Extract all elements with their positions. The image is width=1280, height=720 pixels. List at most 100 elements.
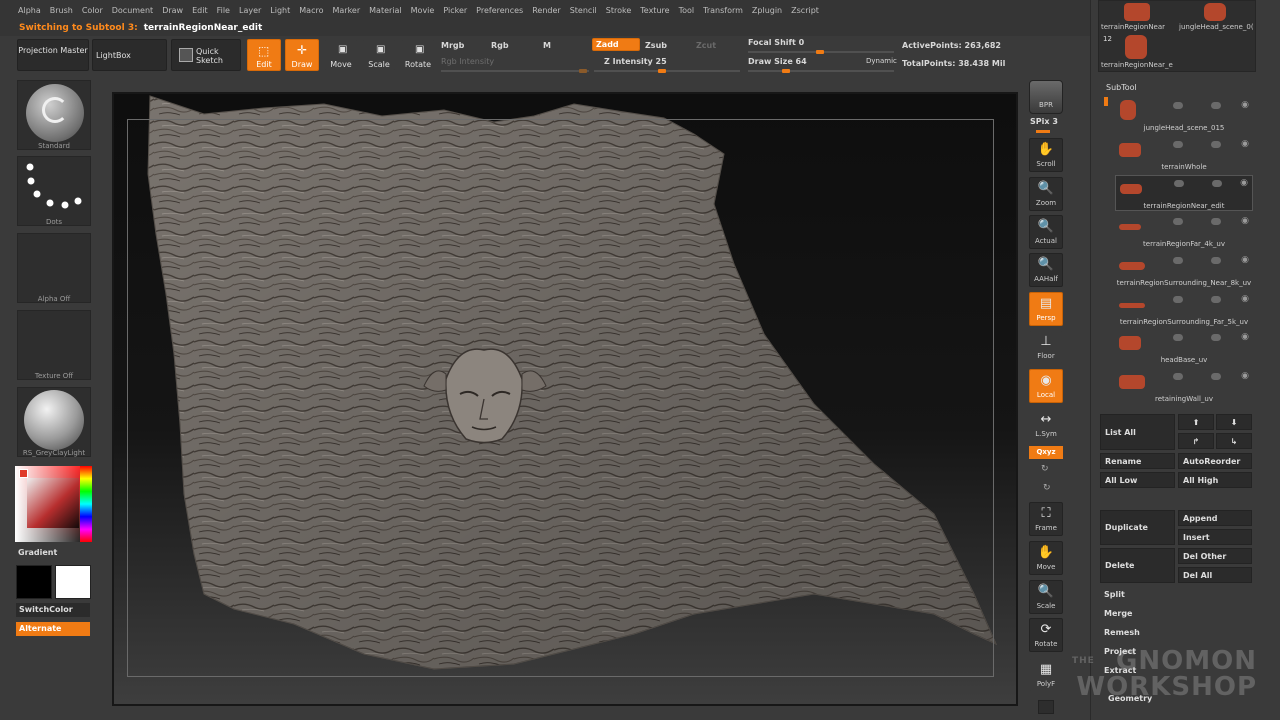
menu-zplugin[interactable]: Zplugin <box>752 6 782 15</box>
menu-picker[interactable]: Picker <box>443 6 467 15</box>
tool-thumb-current[interactable] <box>1125 35 1147 59</box>
subtool-title[interactable]: SubTool <box>1106 83 1137 92</box>
menu-marker[interactable]: Marker <box>332 6 360 15</box>
mrgb-button[interactable]: Mrgb <box>441 41 464 50</box>
menu-macro[interactable]: Macro <box>299 6 323 15</box>
rgb-intensity-handle[interactable] <box>579 69 587 73</box>
subtool-toggle[interactable] <box>1211 218 1221 225</box>
subtool-toggle[interactable] <box>1173 141 1183 148</box>
delete-button[interactable]: Delete <box>1100 548 1175 583</box>
menu-movie[interactable]: Movie <box>411 6 435 15</box>
eye-icon[interactable]: ◉ <box>1241 100 1249 110</box>
menu-preferences[interactable]: Preferences <box>476 6 523 15</box>
spix-slider[interactable] <box>1036 130 1050 133</box>
subtool-item[interactable]: ◉ terrainRegionSurrounding_Near_8k_uv <box>1115 253 1253 289</box>
edit-button[interactable]: ⬚ Edit <box>247 39 281 71</box>
draw-size-slider[interactable] <box>748 69 894 73</box>
z-intensity-label[interactable]: Z Intensity 25 <box>604 57 667 66</box>
list-all-button[interactable]: List All <box>1100 414 1175 450</box>
menu-render[interactable]: Render <box>532 6 560 15</box>
eye-icon[interactable]: ◉ <box>1241 371 1249 381</box>
subtool-toggle[interactable] <box>1173 373 1183 380</box>
alpha-thumbnail[interactable]: Alpha Off <box>17 233 91 303</box>
hue-strip[interactable] <box>80 466 92 542</box>
zoom-button[interactable]: 🔍 Zoom <box>1029 177 1063 211</box>
alternate-button[interactable]: Alternate <box>16 622 90 636</box>
scroll-button[interactable]: ✋ Scroll <box>1029 138 1063 172</box>
rotate-z-icon[interactable]: ↻ <box>1043 483 1051 493</box>
rotate-y-icon[interactable]: ↻ <box>1041 464 1049 474</box>
tool-thumb-head[interactable] <box>1204 3 1226 21</box>
subtool-toggle[interactable] <box>1211 334 1221 341</box>
subtool-toggle[interactable] <box>1211 102 1221 109</box>
scale-button[interactable]: ▣ Scale <box>362 39 396 71</box>
menu-color[interactable]: Color <box>82 6 103 15</box>
subtool-item[interactable]: ◉ terrainRegionFar_4k_uv <box>1115 214 1253 250</box>
move-bottom-button[interactable]: ↳ <box>1216 433 1252 449</box>
floor-button[interactable]: ⊥ Floor <box>1029 330 1063 364</box>
move-button[interactable]: ▣ Move <box>324 39 358 71</box>
subtool-item-selected[interactable]: ◉ terrainRegionNear_edit <box>1115 175 1253 211</box>
rgb-intensity-slider[interactable] <box>441 69 589 73</box>
subtool-toggle[interactable] <box>1211 257 1221 264</box>
rotate-view-button[interactable]: ⟳ Rotate <box>1029 618 1063 652</box>
focal-shift-label[interactable]: Focal Shift 0 <box>748 38 804 47</box>
all-low-button[interactable]: All Low <box>1100 472 1175 488</box>
frame-button[interactable]: ⛶ Frame <box>1029 502 1063 536</box>
subtool-toggle[interactable] <box>1211 141 1221 148</box>
menu-file[interactable]: File <box>217 6 230 15</box>
menu-stroke[interactable]: Stroke <box>606 6 632 15</box>
persp-button[interactable]: ▤ Persp <box>1029 292 1063 326</box>
menu-alpha[interactable]: Alpha <box>18 6 41 15</box>
draw-size-handle[interactable] <box>782 69 790 73</box>
subtool-toggle[interactable] <box>1173 334 1183 341</box>
del-other-button[interactable]: Del Other <box>1178 548 1252 564</box>
split-menu[interactable]: Split <box>1104 590 1125 599</box>
menu-texture[interactable]: Texture <box>640 6 669 15</box>
rotate-button[interactable]: ▣ Rotate <box>401 39 435 71</box>
menu-draw[interactable]: Draw <box>162 6 183 15</box>
menu-light[interactable]: Light <box>270 6 290 15</box>
stroke-thumbnail[interactable]: Dots <box>17 156 91 226</box>
menu-brush[interactable]: Brush <box>50 6 73 15</box>
move-up-button[interactable]: ⬆ <box>1178 414 1214 430</box>
spix-label[interactable]: SPix 3 <box>1030 117 1058 126</box>
dynamic-toggle[interactable]: Dynamic <box>866 57 897 65</box>
subtool-toggle[interactable] <box>1211 296 1221 303</box>
scale-view-button[interactable]: 🔍 Scale <box>1029 580 1063 614</box>
subtool-toggle[interactable] <box>1173 257 1183 264</box>
menu-tool[interactable]: Tool <box>679 6 695 15</box>
rgb-intensity-label[interactable]: Rgb Intensity <box>441 57 494 66</box>
subtool-toggle[interactable] <box>1174 180 1184 187</box>
eye-icon[interactable]: ◉ <box>1241 332 1249 342</box>
eye-icon[interactable]: ◉ <box>1241 294 1249 304</box>
z-intensity-slider[interactable] <box>594 69 740 73</box>
zadd-button[interactable]: Zadd <box>592 38 640 51</box>
subtool-item[interactable]: ◉ jungleHead_scene_015 <box>1115 98 1253 134</box>
transp-button[interactable] <box>1038 700 1054 714</box>
merge-menu[interactable]: Merge <box>1104 609 1132 618</box>
color-picker[interactable] <box>15 466 92 542</box>
subtool-toggle[interactable] <box>1173 296 1183 303</box>
rgb-button[interactable]: Rgb <box>491 41 509 50</box>
focal-shift-slider[interactable] <box>748 50 894 54</box>
del-all-button[interactable]: Del All <box>1178 567 1252 583</box>
m-button[interactable]: M <box>543 41 551 50</box>
gradient-label[interactable]: Gradient <box>18 548 57 557</box>
draw-size-label[interactable]: Draw Size 64 <box>748 57 807 66</box>
local-button[interactable]: ◉ Local <box>1029 369 1063 403</box>
bpr-button[interactable]: BPR <box>1029 80 1063 114</box>
subtool-item[interactable]: ◉ terrainRegionSurrounding_Far_5k_uv <box>1115 292 1253 328</box>
material-thumbnail[interactable]: RS_GreyClayLight <box>17 387 91 457</box>
move-view-button[interactable]: ✋ Move <box>1029 541 1063 575</box>
subtool-toggle[interactable] <box>1173 218 1183 225</box>
primary-color-swatch[interactable] <box>16 565 52 599</box>
brush-thumbnail[interactable]: Standard <box>17 80 91 150</box>
all-high-button[interactable]: All High <box>1178 472 1252 488</box>
subtool-item[interactable]: ◉ headBase_uv <box>1115 330 1253 366</box>
draw-button[interactable]: ✛ Draw <box>285 39 319 71</box>
zcut-button[interactable]: Zcut <box>696 41 716 50</box>
duplicate-button[interactable]: Duplicate <box>1100 510 1175 545</box>
actual-button[interactable]: 🔍 Actual <box>1029 215 1063 249</box>
move-down-button[interactable]: ⬇ <box>1216 414 1252 430</box>
